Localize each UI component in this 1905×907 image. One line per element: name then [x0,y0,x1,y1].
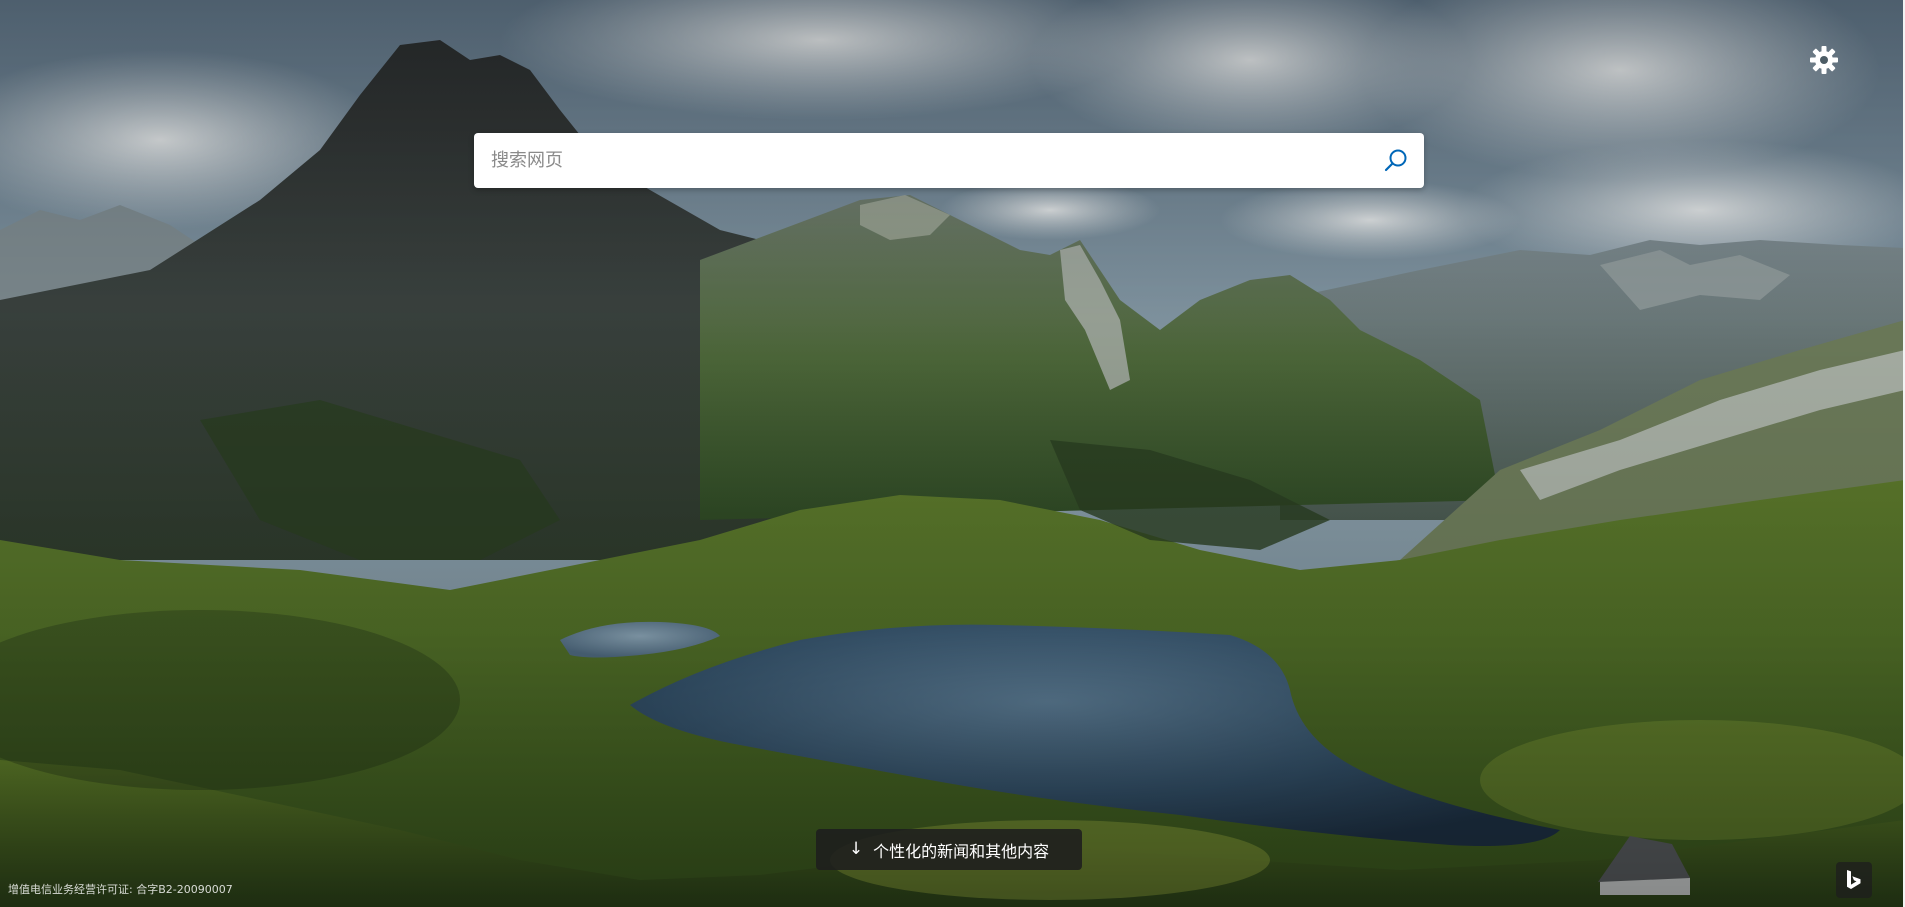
personalized-news-button[interactable]: ↓ 个性化的新闻和其他内容 [816,829,1082,870]
gear-icon [1810,46,1838,74]
search-input[interactable] [474,134,1368,187]
arrow-down-icon: ↓ [848,839,864,859]
icp-license-text[interactable]: 增值电信业务经营许可证: 合字B2-20090007 [8,881,233,897]
search-box [474,133,1424,188]
settings-button[interactable] [1808,44,1840,76]
page: ↓ 个性化的新闻和其他内容 增值电信业务经营许可证: 合字B2-20090007 [0,0,1905,907]
personalized-news-label: 个性化的新闻和其他内容 [873,841,1050,861]
bing-logo-icon [1847,870,1861,889]
bing-logo-button[interactable] [1836,862,1872,898]
search-button[interactable] [1368,133,1424,188]
search-icon [1384,149,1407,171]
